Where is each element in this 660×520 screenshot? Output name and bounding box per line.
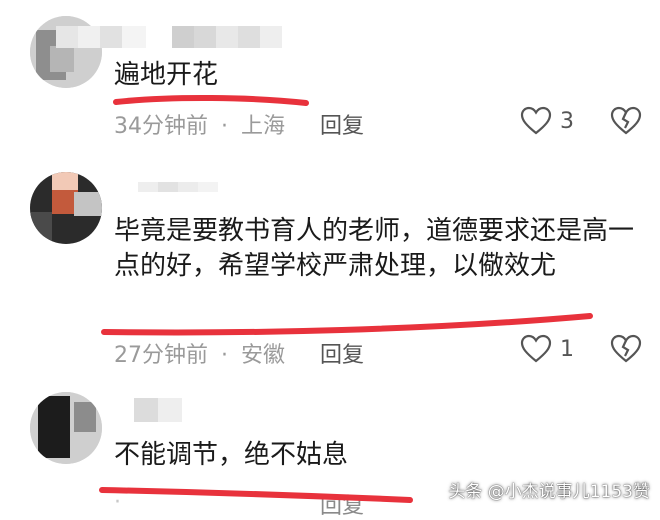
comment-time: 34分钟前 (114, 114, 208, 139)
comment-text: 遍地开花 (114, 60, 219, 90)
reply-button[interactable]: 回复 (320, 108, 364, 140)
heart-outline-icon (520, 106, 552, 135)
comment-meta: 27分钟前 · 安徽 (114, 337, 285, 369)
like-count: 3 (560, 108, 574, 134)
reply-button[interactable]: 回复 (320, 337, 364, 369)
avatar[interactable] (30, 392, 102, 464)
like-count: 1 (560, 336, 574, 362)
comment-location: 安徽 (241, 343, 286, 368)
comment-time: 27分钟前 (114, 343, 208, 368)
comment-meta: 34分钟前 · 上海 (114, 108, 285, 140)
meta-separator: · (221, 343, 228, 368)
comment-time-clipped: · (114, 490, 121, 515)
comment-location: 上海 (241, 114, 286, 139)
comment-meta: · (114, 490, 121, 515)
like-button[interactable]: 1 (520, 334, 574, 364)
heart-outline-icon (520, 334, 552, 363)
watermark: 头条 @小杰说事儿1153赞 (448, 482, 650, 502)
username-mosaic[interactable] (56, 26, 282, 48)
broken-heart-icon[interactable] (610, 334, 642, 364)
reply-button[interactable]: 回复 (320, 488, 364, 520)
avatar[interactable] (30, 172, 102, 244)
highlight-underline (99, 487, 413, 503)
username-mosaic[interactable] (138, 182, 218, 192)
comment-text: 不能调节，绝不姑息 (114, 440, 349, 470)
comment-text: 毕竟是要教书育人的老师，道德要求还是高一点的好，希望学校严肃处理，以儆效尤 (114, 216, 635, 281)
username-mosaic[interactable] (134, 398, 182, 422)
meta-separator: · (221, 114, 228, 139)
like-button[interactable]: 3 (520, 106, 574, 136)
broken-heart-icon[interactable] (610, 106, 642, 136)
